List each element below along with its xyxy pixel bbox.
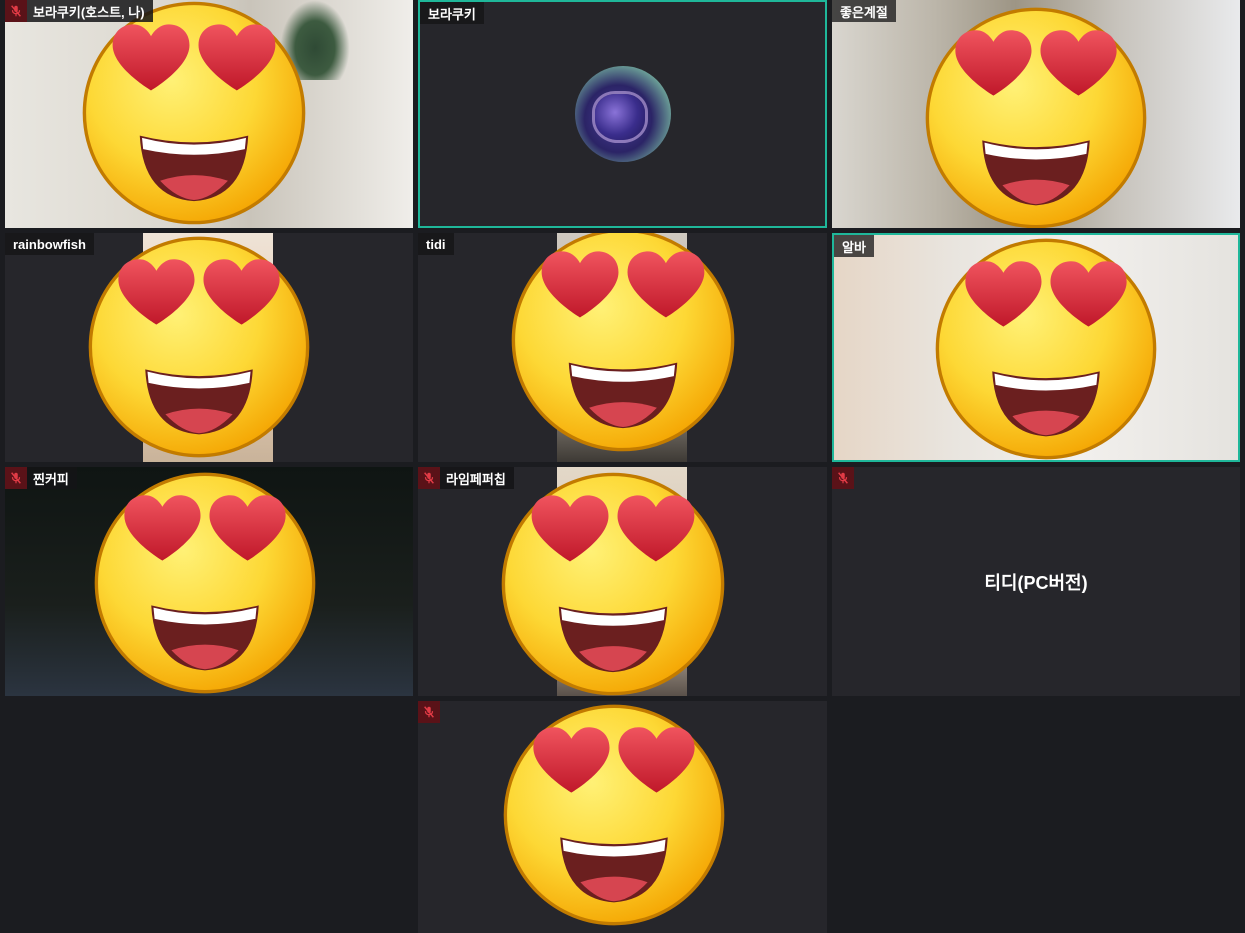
video-tile-7[interactable]: 찐커피: [5, 467, 413, 696]
mic-off-icon: [832, 467, 854, 489]
heart-eyes-emoji-icon: [934, 237, 1158, 461]
video-tile-6[interactable]: 알바: [832, 233, 1240, 462]
participant-name-tag: 라임페퍼칩: [418, 467, 514, 489]
video-tile-9[interactable]: 티디(PC버전): [832, 467, 1240, 696]
video-tile-8[interactable]: 라임페퍼칩: [418, 467, 827, 696]
video-tile-1[interactable]: 보라쿠키(호스트, 나): [5, 0, 413, 228]
heart-eyes-emoji-icon: [500, 471, 726, 696]
heart-eyes-emoji-icon: [93, 471, 317, 695]
heart-eyes-emoji-icon: [510, 233, 736, 453]
participant-name: 좋은계절: [840, 4, 888, 20]
participant-name-tag: tidi: [418, 233, 454, 255]
participant-name-tag: rainbowfish: [5, 233, 94, 255]
participant-name-tag: 좋은계절: [832, 0, 896, 22]
video-tile-5[interactable]: tidi: [418, 233, 827, 462]
heart-eyes-emoji-icon: [81, 0, 307, 226]
participant-display-name: 티디(PC버전): [984, 572, 1088, 593]
participant-name: 알바: [842, 239, 866, 255]
participant-name-tag: 찐커피: [5, 467, 77, 489]
mic-off-icon: [5, 0, 27, 22]
participant-name: 보라쿠키: [428, 6, 476, 22]
heart-eyes-emoji-icon: [924, 6, 1148, 228]
mic-off-icon: [418, 701, 440, 723]
video-tile-3[interactable]: 좋은계절: [832, 0, 1240, 228]
heart-eyes-emoji-icon: [502, 703, 726, 927]
participant-name: rainbowfish: [13, 236, 86, 252]
mic-off-icon: [418, 467, 440, 489]
participant-avatar: [574, 66, 671, 162]
participant-name: 보라쿠키(호스트, 나): [33, 4, 145, 20]
participant-name-tag: 보라쿠키: [420, 2, 484, 24]
participant-name: tidi: [426, 236, 446, 252]
participant-name-tag: 보라쿠키(호스트, 나): [5, 0, 153, 22]
video-tile-10[interactable]: [418, 701, 827, 933]
participant-name: 찐커피: [33, 471, 69, 487]
participant-name: 라임페퍼칩: [446, 471, 506, 487]
mic-off-icon: [5, 467, 27, 489]
video-tile-4[interactable]: rainbowfish: [5, 233, 413, 462]
heart-eyes-emoji-icon: [87, 235, 311, 459]
video-tile-2[interactable]: 보라쿠키: [418, 0, 827, 228]
participant-name-tag: 알바: [834, 235, 874, 257]
